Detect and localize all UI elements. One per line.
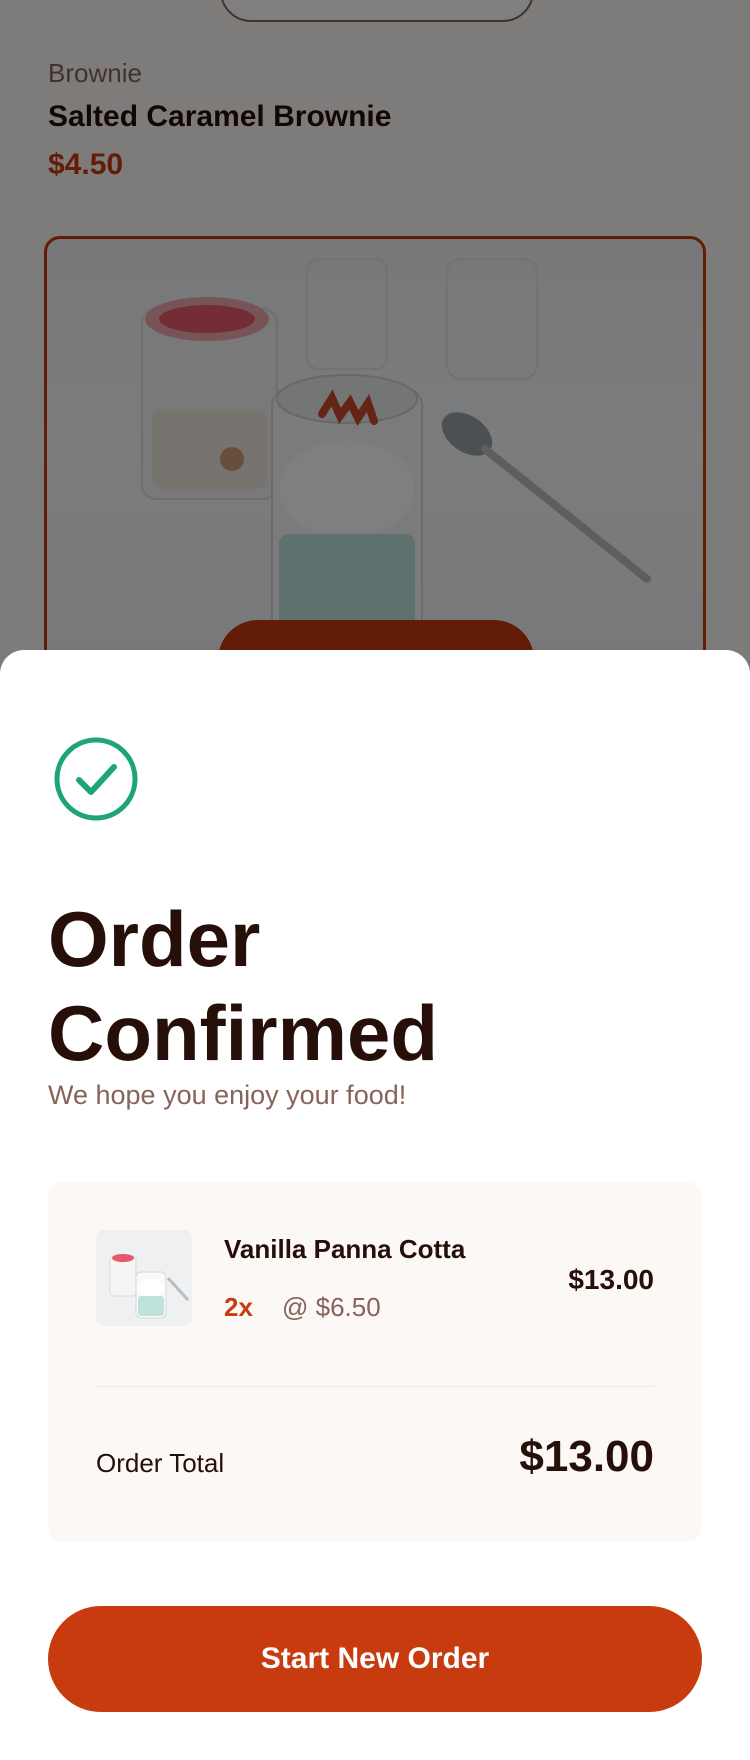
item-name: Vanilla Panna Cotta	[224, 1234, 466, 1264]
item-thumbnail	[96, 1230, 192, 1326]
item-quantity: 2x	[224, 1292, 253, 1322]
order-total-value: $13.00	[519, 1432, 654, 1481]
modal-subtitle: We hope you enjoy your food!	[48, 1080, 407, 1110]
item-unit-price: @ $6.50	[282, 1292, 381, 1322]
order-summary: Vanilla Panna Cotta 2x @ $6.50 $13.00 Or…	[48, 1182, 702, 1542]
start-new-order-button[interactable]: Start New Order	[48, 1606, 702, 1712]
order-total-label: Order Total	[96, 1448, 225, 1478]
check-circle-icon	[54, 737, 138, 821]
item-line-total: $13.00	[568, 1264, 654, 1295]
summary-divider	[96, 1386, 654, 1387]
order-confirmed-modal: Order Confirmed We hope you enjoy your f…	[0, 650, 750, 1760]
modal-title: Order Confirmed	[48, 895, 438, 1077]
